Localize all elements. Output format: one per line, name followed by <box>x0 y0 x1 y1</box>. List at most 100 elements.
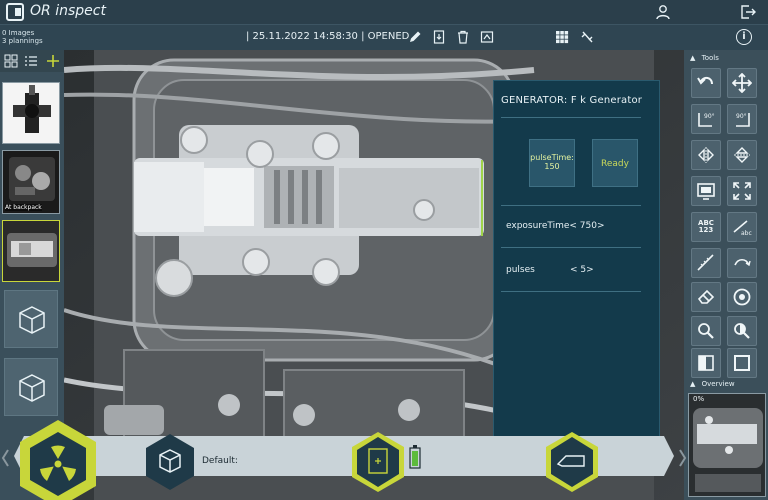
camera-button[interactable] <box>546 432 598 492</box>
line-text-icon: abc <box>733 220 752 237</box>
divider <box>501 247 641 248</box>
download-document-icon[interactable] <box>432 30 446 44</box>
cube-icon <box>19 374 45 402</box>
bottom-action-bar: Default: <box>0 420 768 500</box>
angle-button[interactable] <box>727 248 757 278</box>
num-label: 123 <box>698 226 714 234</box>
overview-percent: 0% <box>693 395 705 403</box>
add-icon[interactable] <box>46 54 60 68</box>
invert-button[interactable] <box>727 348 757 378</box>
images-count: 0 Images <box>2 29 35 37</box>
collapse-chevron-icon[interactable]: ▲ <box>690 54 695 62</box>
rotate-right-icon: 90° <box>736 113 750 127</box>
zoom-region-button[interactable] <box>727 316 757 346</box>
thumbnail-item-selected[interactable] <box>2 220 60 282</box>
pulses-value: < 5> <box>570 265 594 275</box>
logout-icon[interactable] <box>740 4 756 20</box>
undo-icon <box>697 76 713 85</box>
grid-view-icon[interactable] <box>555 30 569 44</box>
ready-button[interactable]: Ready <box>592 139 638 187</box>
move-arrows-icon <box>732 73 752 93</box>
thumbnail-item[interactable]: At backpack <box>2 150 60 214</box>
thumbnail-label: At backpack <box>5 204 42 211</box>
screen-capture-icon[interactable] <box>480 30 494 44</box>
fit-screen-button[interactable] <box>727 176 757 206</box>
square-outline-icon <box>734 355 750 371</box>
bottom-controls <box>1 420 687 500</box>
contrast-icon <box>698 355 714 371</box>
session-counts: 0 Images 3 plannings <box>2 29 43 45</box>
target-button[interactable] <box>727 282 757 312</box>
prev-arrow-icon <box>1 449 9 467</box>
app-brand: OR inspect <box>30 3 106 19</box>
tools-title: ▲ Tools <box>690 54 719 62</box>
magnifier-icon <box>698 323 714 339</box>
list-view-icon[interactable] <box>24 54 38 68</box>
thumbnail-toolbar <box>0 50 64 72</box>
grid-small-icon[interactable] <box>4 54 18 68</box>
thumbnail-xray-image <box>3 221 59 281</box>
flip-vertical-button[interactable] <box>727 140 757 170</box>
battery-icon <box>409 445 421 469</box>
flip-horizontal-button[interactable] <box>691 140 721 170</box>
planning-mode-button[interactable] <box>146 434 194 490</box>
overview-title: ▲ Overview <box>690 380 735 388</box>
target-icon <box>733 288 751 306</box>
info-icon[interactable]: i <box>736 29 752 45</box>
generator-panel: GENERATOR: F k Generator pulseTime: 150 … <box>493 80 660 440</box>
cube-icon <box>19 306 45 334</box>
top-bar: OR inspect <box>0 0 768 24</box>
monitor-icon <box>697 183 715 200</box>
line-label-button[interactable]: abc <box>727 212 757 242</box>
divider <box>501 117 641 118</box>
overview-title-text: Overview <box>701 380 735 388</box>
divider <box>501 205 641 206</box>
expand-icon <box>733 182 751 200</box>
session-bar: 0 Images 3 plannings | 25.11.2022 14:58:… <box>0 24 768 50</box>
eraser-icon <box>697 289 715 304</box>
planning-tile[interactable] <box>4 358 58 416</box>
zoom-button[interactable] <box>691 316 721 346</box>
edit-pencil-icon[interactable] <box>408 30 422 44</box>
pulse-time-label: pulseTime: <box>530 153 574 162</box>
collapse-chevron-icon[interactable]: ▲ <box>690 380 695 388</box>
session-status: | 25.11.2022 14:58:30 | OPENED <box>246 31 410 42</box>
flip-horizontal-icon <box>698 147 714 163</box>
exposure-time-value: exposureTime< 750> <box>506 221 605 231</box>
abc-small-label: abc <box>741 230 752 237</box>
thumbnail-xray-image <box>3 83 59 143</box>
divider <box>501 291 641 292</box>
app-logo-icon <box>6 3 24 21</box>
tools-title-text: Tools <box>701 54 719 62</box>
rotate-left-90-button[interactable]: 90° <box>691 104 721 134</box>
generator-title: GENERATOR: F k Generator <box>501 95 643 106</box>
ruler-icon <box>697 254 714 271</box>
pulse-time-button[interactable]: pulseTime: 150 <box>529 139 575 187</box>
pan-button[interactable] <box>727 68 757 98</box>
measure-button[interactable] <box>691 248 721 278</box>
plannings-count: 3 plannings <box>2 37 43 45</box>
unlink-icon[interactable] <box>580 30 594 44</box>
monitor-button[interactable] <box>691 176 721 206</box>
text-annotation-button[interactable]: ABC 123 <box>691 212 721 242</box>
eraser-button[interactable] <box>691 282 721 312</box>
abc-123-icon: ABC 123 <box>698 220 714 234</box>
rotate-right-label: 90° <box>736 113 747 120</box>
magnifier-half-icon <box>734 323 750 339</box>
trash-icon[interactable] <box>456 30 470 44</box>
rotate-right-90-button[interactable]: 90° <box>727 104 757 134</box>
app-window: OR inspect 0 Images 3 plannings | 25.11.… <box>0 0 768 500</box>
thumbnail-item[interactable] <box>2 82 60 144</box>
flip-vertical-icon <box>734 147 750 163</box>
detector-button[interactable] <box>352 432 404 492</box>
next-arrow-icon <box>679 449 687 467</box>
rotate-left-label: 90° <box>704 113 715 120</box>
planning-default-label: Default: <box>202 456 238 466</box>
angle-arc-icon <box>734 258 751 267</box>
pulses-label: pulses <box>506 265 535 275</box>
radiation-button[interactable] <box>20 420 96 500</box>
contrast-button[interactable] <box>691 348 721 378</box>
user-icon[interactable] <box>655 4 671 20</box>
planning-tile[interactable] <box>4 290 58 348</box>
undo-button[interactable] <box>691 68 721 98</box>
